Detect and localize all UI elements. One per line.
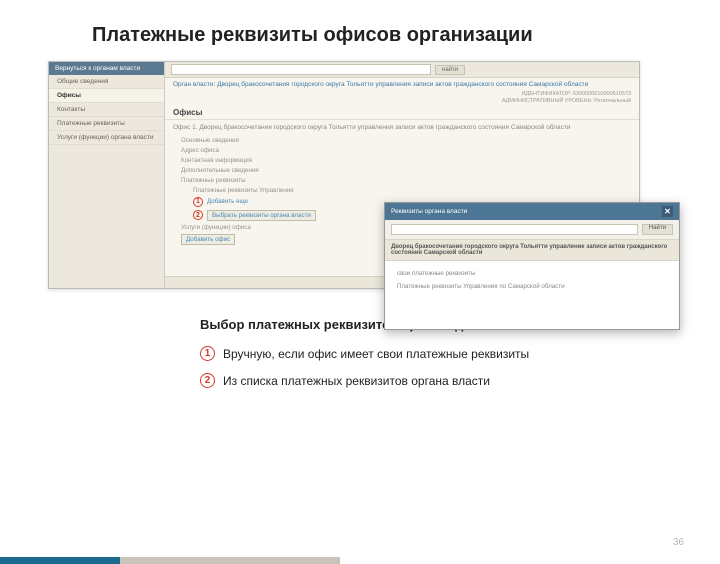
org-breadcrumb: Орган власти: Дворец бракосочетания горо… bbox=[165, 78, 639, 91]
form-label: Платежные реквизиты bbox=[181, 177, 246, 184]
sidebar-item-requisites[interactable]: Платежные реквизиты bbox=[49, 117, 164, 131]
close-icon[interactable]: ✕ bbox=[662, 206, 673, 217]
popup-title: Реквизиты органа власти bbox=[391, 208, 467, 215]
search-button[interactable]: найти bbox=[435, 65, 465, 75]
sidebar-item-services[interactable]: Услуги (функции) органа власти bbox=[49, 131, 164, 145]
popup-org-row: Дворец бракосочетания городского округа … bbox=[385, 239, 679, 261]
topbar: найти bbox=[165, 62, 639, 78]
legend-row: 2 Из списка платежных реквизитов органа … bbox=[200, 373, 720, 388]
choose-requisites-button[interactable]: Выбрать реквизиты органа власти bbox=[207, 210, 316, 221]
requisites-popup: Реквизиты органа власти ✕ Найти Дворец б… bbox=[384, 202, 680, 330]
office-row: Офис 1. Дворец бракосочетания городского… bbox=[165, 119, 639, 135]
search-input[interactable] bbox=[171, 64, 431, 75]
form-label: Адрес офиса bbox=[181, 147, 219, 154]
form-label: Дополнительные сведения bbox=[181, 167, 259, 174]
popup-search-row: Найти bbox=[385, 220, 679, 239]
legend-marker-2: 2 bbox=[200, 373, 215, 388]
legend-text: Из списка платежных реквизитов органа вл… bbox=[223, 374, 490, 388]
form-label: Услуги (функции) офиса bbox=[181, 224, 251, 231]
app-screenshot: Вернуться к органам власти Общие сведени… bbox=[48, 61, 640, 289]
page-title: Платежные реквизиты офисов организации bbox=[92, 24, 720, 47]
popup-list-item[interactable]: Платежные реквизиты Управления по Самарс… bbox=[397, 280, 667, 293]
legend-row: 1 Вручную, если офис имеет свои платежны… bbox=[200, 346, 720, 361]
popup-search-input[interactable] bbox=[391, 224, 638, 235]
sidebar-item-offices[interactable]: Офисы bbox=[49, 89, 164, 103]
marker-1: 1 bbox=[193, 197, 203, 207]
form-label: Контактная информация bbox=[181, 157, 252, 164]
add-more-link[interactable]: Добавить еще bbox=[207, 198, 248, 205]
back-link[interactable]: Вернуться к органам власти bbox=[49, 62, 164, 75]
sidebar-item-general[interactable]: Общие сведения bbox=[49, 75, 164, 89]
add-office-button[interactable]: Добавить офис bbox=[181, 234, 235, 245]
popup-search-button[interactable]: Найти bbox=[642, 224, 673, 235]
marker-2: 2 bbox=[193, 210, 203, 220]
sidebar: Вернуться к органам власти Общие сведени… bbox=[49, 62, 165, 288]
legend: 1 Вручную, если офис имеет свои платежны… bbox=[200, 346, 720, 388]
popup-list-item[interactable]: свои платежные реквизиты bbox=[397, 267, 667, 280]
legend-marker-1: 1 bbox=[200, 346, 215, 361]
section-title: Офисы bbox=[165, 106, 639, 119]
legend-text: Вручную, если офис имеет свои платежные … bbox=[223, 347, 529, 361]
sidebar-item-contacts[interactable]: Контакты bbox=[49, 103, 164, 117]
footer-bar bbox=[0, 557, 720, 564]
form-label: Платежные реквизиты Управления bbox=[193, 187, 294, 194]
form-label: Основные сведения bbox=[181, 137, 239, 144]
popup-list: свои платежные реквизиты Платежные рекви… bbox=[385, 261, 679, 299]
id-line: ИДЕНТИФИКАТОР: 6300000010000610573 АДМИН… bbox=[165, 91, 639, 106]
page-number: 36 bbox=[673, 537, 684, 548]
popup-header: Реквизиты органа власти ✕ bbox=[385, 203, 679, 220]
